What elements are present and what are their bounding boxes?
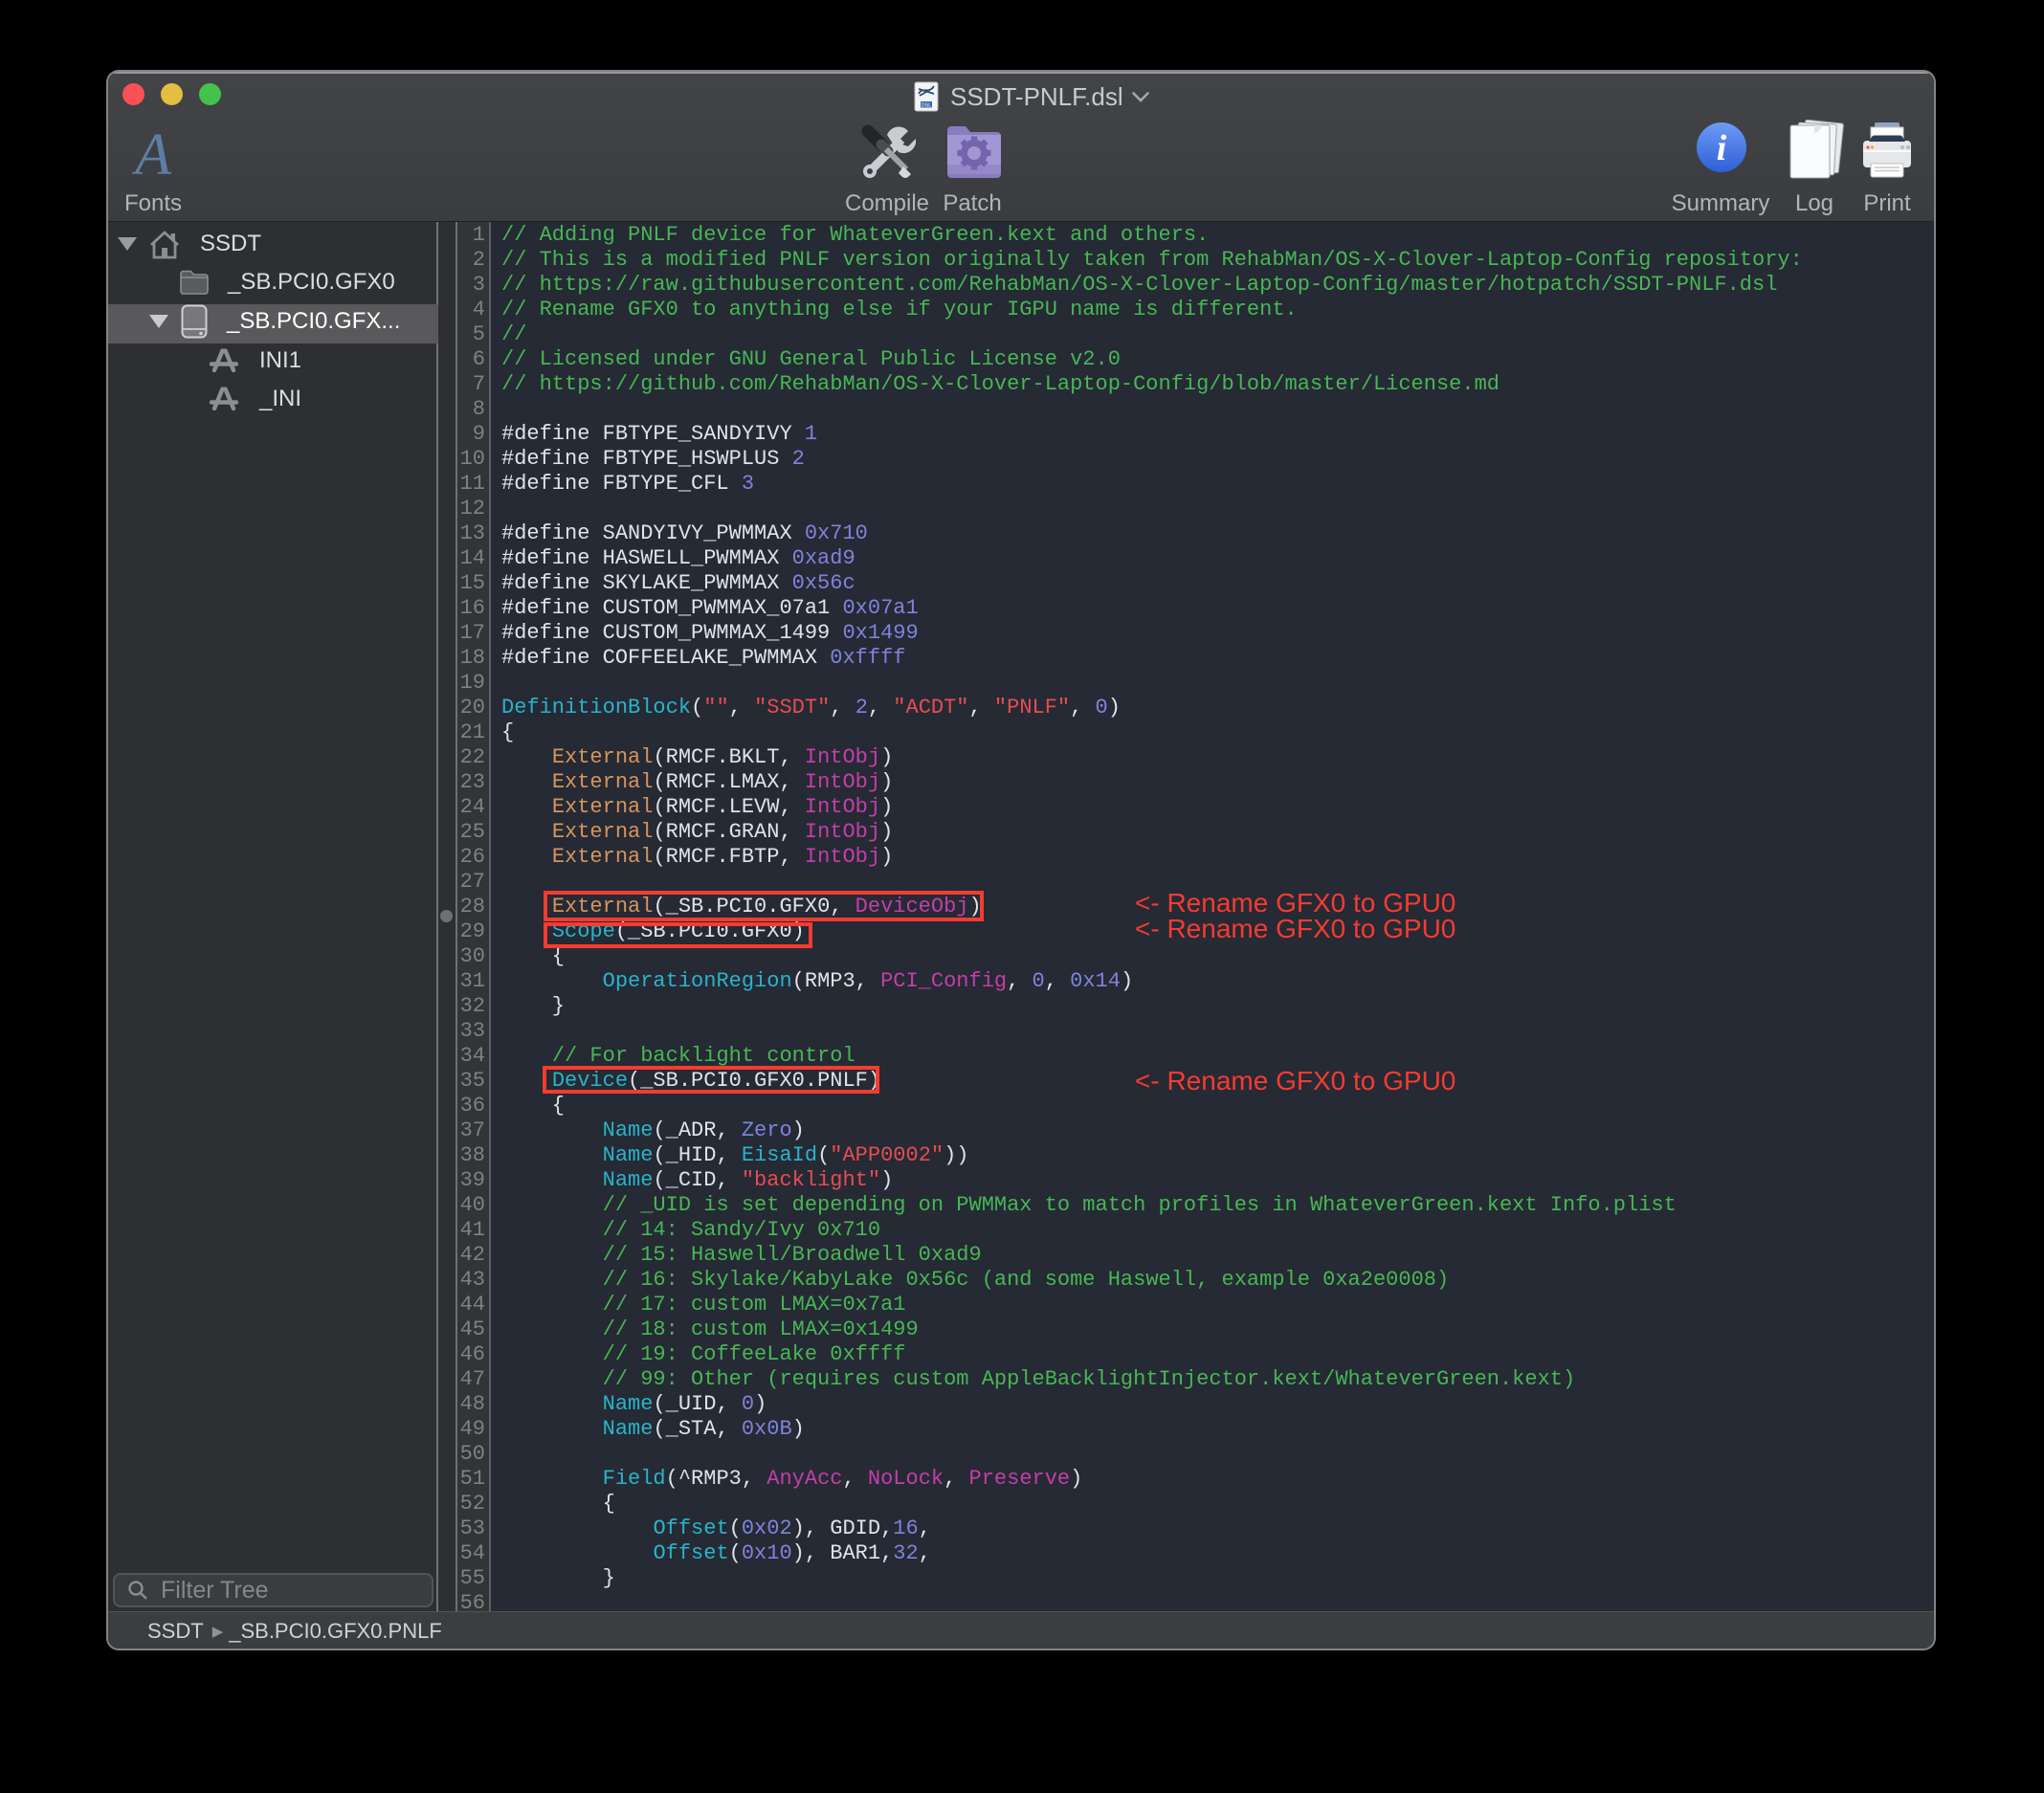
svg-text:DSL: DSL bbox=[922, 103, 932, 109]
svg-text:i: i bbox=[1717, 128, 1727, 168]
